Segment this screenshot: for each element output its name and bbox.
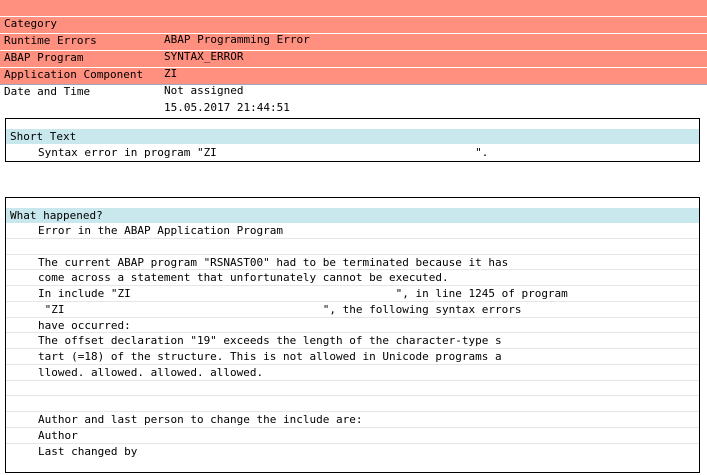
what-happened-line: Author (6, 428, 699, 444)
header-row-application-component: Application Component Not assigned (0, 51, 707, 97)
header-row-date-time: Date and Time 15.05.2017 21:44:51 (0, 68, 707, 114)
what-happened-line: "ZI ", the following syntax errors (6, 302, 699, 318)
what-happened-line: The current ABAP program "RSNAST00" had … (6, 255, 699, 271)
what-happened-line: Author and last person to change the inc… (6, 412, 699, 428)
header-row-runtime-errors: Runtime Errors SYNTAX_ERROR (0, 17, 707, 63)
error-header: Category ABAP Programming Error Runtime … (0, 0, 707, 114)
short-text-section: Short Text Syntax error in program "ZI "… (5, 118, 700, 162)
what-happened-line: Last changed by (38, 444, 138, 458)
header-value: 15.05.2017 21:44:51 (164, 101, 290, 114)
what-happened-line: In include "ZI ", in line 1245 of progra… (6, 286, 699, 302)
what-happened-line: The offset declaration "19" exceeds the … (6, 333, 699, 349)
header-row-abap-program: ABAP Program ZI (0, 34, 707, 80)
short-text-line: Syntax error in program "ZI ". (38, 146, 489, 159)
what-happened-line: tart (=18) of the structure. This is not… (6, 349, 699, 365)
what-happened-line: Error in the ABAP Application Program (6, 223, 699, 239)
what-happened-line: come across a statement that unfortunate… (6, 270, 699, 286)
what-happened-title: What happened? (6, 208, 699, 223)
what-happened-line (6, 381, 699, 397)
header-row-category: Category ABAP Programming Error (0, 0, 707, 46)
short-text-title: Short Text (6, 129, 699, 144)
what-happened-line: llowed. allowed. allowed. allowed. (6, 365, 699, 381)
what-happened-section: What happened? Error in the ABAP Applica… (5, 197, 700, 473)
header-key: Date and Time (4, 85, 91, 98)
what-happened-line (6, 239, 699, 255)
what-happened-line: have occurred: (6, 318, 699, 334)
header-value: Not assigned (164, 84, 244, 97)
what-happened-line (6, 396, 699, 412)
